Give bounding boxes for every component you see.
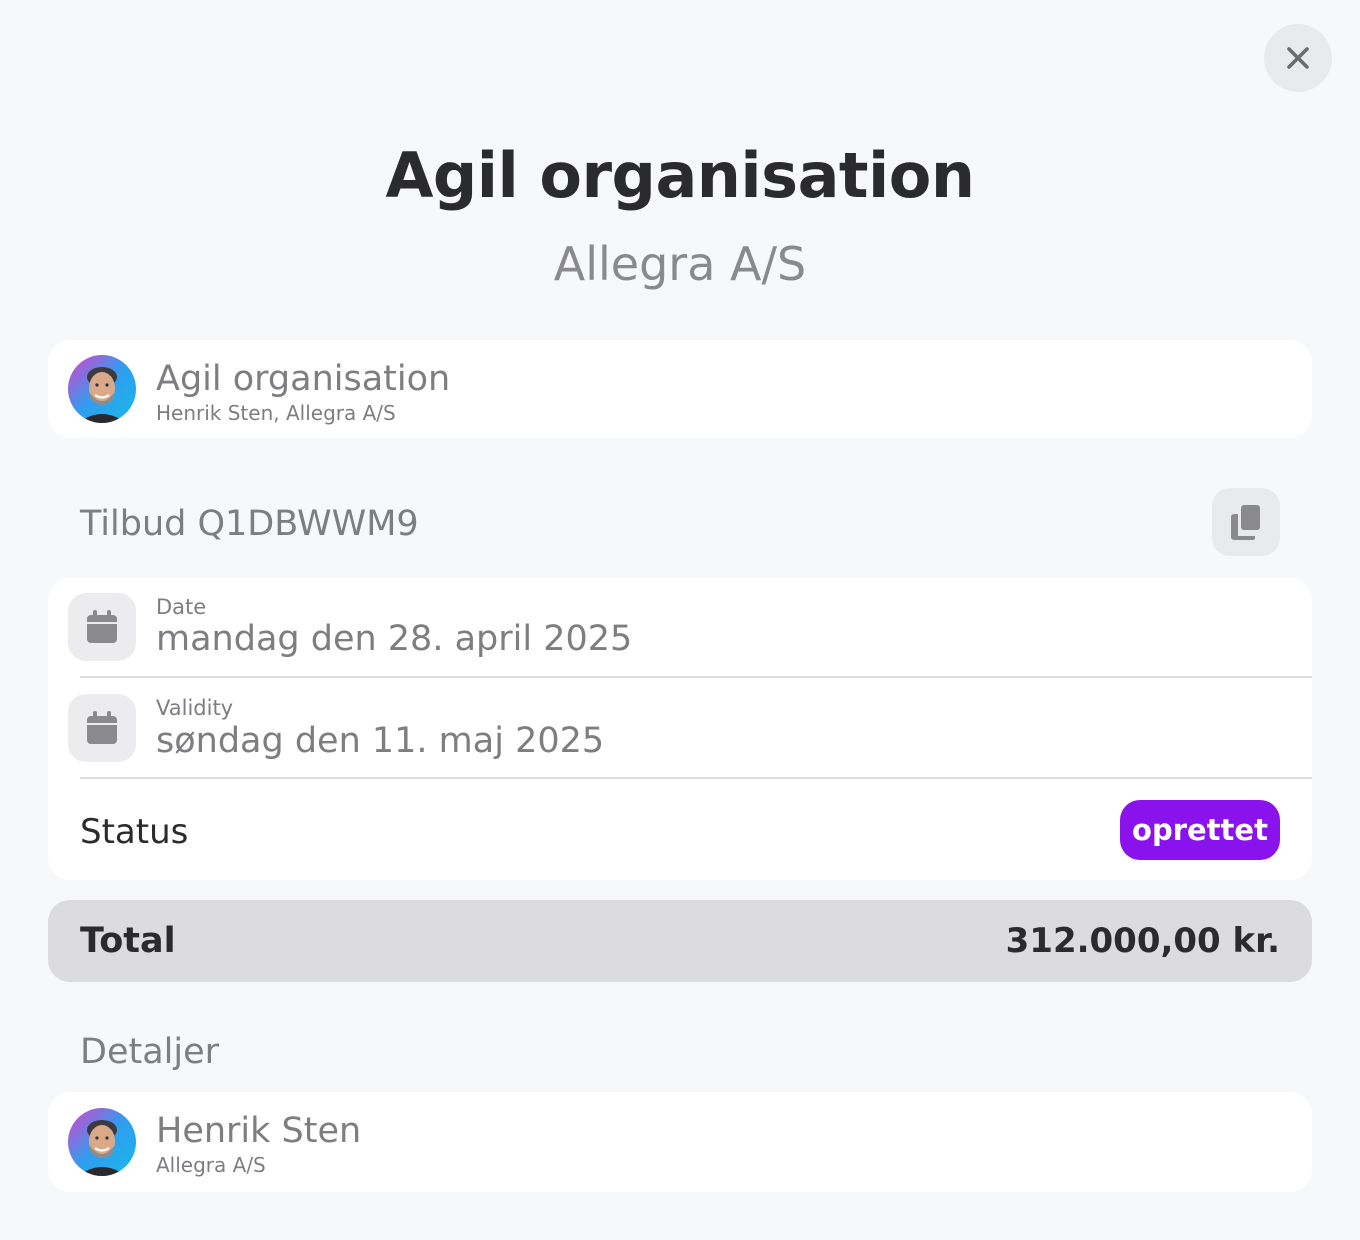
validity-row: Validity søndag den 11. maj 2025 — [48, 678, 1312, 778]
total-label: Total — [80, 921, 176, 961]
summary-title: Agil organisation — [156, 359, 451, 399]
details-card[interactable]: Henrik Sten Allegra A/S — [48, 1092, 1312, 1192]
validity-label: Validity — [156, 696, 234, 720]
summary-card[interactable]: Agil organisation Henrik Sten, Allegra A… — [48, 340, 1312, 438]
page-title: Agil organisation — [385, 139, 975, 212]
date-label: Date — [156, 595, 207, 619]
total-value: 312.000,00 kr. — [1005, 921, 1280, 961]
offer-modal: Agil organisation Allegra A/S Agil organ… — [0, 0, 1360, 1240]
status-label: Status — [80, 812, 189, 852]
validity-value: søndag den 11. maj 2025 — [156, 721, 605, 761]
summary-subtitle: Henrik Sten, Allegra A/S — [156, 401, 396, 425]
date-value: mandag den 28. april 2025 — [156, 619, 633, 659]
calendar-icon-box — [68, 593, 136, 661]
calendar-icon — [87, 711, 117, 744]
copy-icon — [1231, 505, 1260, 540]
status-badge[interactable]: oprettet — [1120, 800, 1280, 860]
close-button[interactable] — [1264, 24, 1332, 92]
contact-name: Henrik Sten — [156, 1111, 362, 1151]
avatar — [68, 1108, 136, 1176]
calendar-icon-box — [68, 694, 136, 762]
total-bar: Total 312.000,00 kr. — [48, 900, 1312, 982]
contact-company: Allegra A/S — [156, 1153, 266, 1177]
page-subtitle: Allegra A/S — [553, 237, 807, 291]
close-icon — [1287, 47, 1309, 69]
calendar-icon — [87, 610, 117, 643]
date-row: Date mandag den 28. april 2025 — [48, 578, 1312, 678]
info-card: Date mandag den 28. april 2025 Validity … — [48, 578, 1312, 880]
avatar — [68, 355, 136, 423]
details-heading: Detaljer — [80, 1032, 220, 1072]
divider — [80, 777, 1312, 779]
copy-button[interactable] — [1212, 488, 1280, 556]
offer-number: Tilbud Q1DBWWM9 — [80, 504, 419, 544]
